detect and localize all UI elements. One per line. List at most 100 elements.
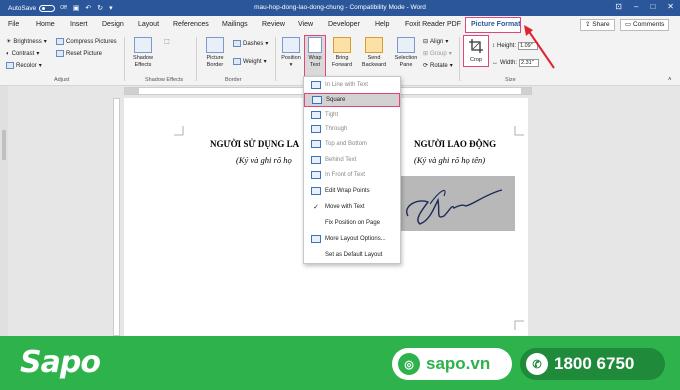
position-icon <box>282 37 300 53</box>
tab-picture-format[interactable]: Picture Format <box>471 21 520 28</box>
square-wrap-icon <box>312 96 322 104</box>
menu-item-label: Top and Bottom <box>325 141 368 147</box>
width-icon: ↔ <box>492 60 498 66</box>
menu-item-label: Behind Text <box>325 157 357 163</box>
group-divider <box>124 37 125 81</box>
corner-mark <box>514 126 524 136</box>
wrap-text-label-2: Text <box>309 61 321 68</box>
share-label: Share <box>592 21 610 28</box>
word-window: AutoSave Off ▣ ↶ ↻ ▾ mau-hop-dong-lao-do… <box>0 0 680 390</box>
menu-item-more-layout[interactable]: More Layout Options... <box>304 232 400 246</box>
group-button[interactable]: ⊞ Group ▾ <box>423 50 452 58</box>
nudge-shadow-icon: ⬚ <box>164 39 170 45</box>
shadow-effects-button[interactable]: Shadow Effects <box>128 37 158 68</box>
picture-border-button[interactable]: Picture Border <box>200 37 230 68</box>
tab-insert[interactable]: Insert <box>70 21 88 28</box>
border-group-label: Border <box>225 77 242 83</box>
tab-references[interactable]: References <box>173 21 209 28</box>
bring-forward-button[interactable]: Bring Forward <box>329 37 355 68</box>
tab-mailings[interactable]: Mailings <box>222 21 248 28</box>
menu-item-label: Tight <box>325 112 339 118</box>
collapse-ribbon-icon[interactable]: ˄ <box>668 77 672 83</box>
through-wrap-icon <box>311 125 321 133</box>
group-icon: ⊞ <box>423 51 429 57</box>
menu-item-top-bottom[interactable]: Top and Bottom <box>304 137 400 151</box>
chevron-down-icon: ▾ <box>445 39 449 45</box>
position-button[interactable]: Position ▾ <box>279 37 303 68</box>
menu-item-label: Fix Position on Page <box>325 220 381 226</box>
align-button[interactable]: ⊟ Align ▾ <box>423 38 449 46</box>
phone-icon: ✆ <box>526 353 548 375</box>
menu-item-label: Through <box>325 126 348 132</box>
tab-help[interactable]: Help <box>375 21 389 28</box>
compress-icon <box>56 38 64 45</box>
shadow-nudge-buttons[interactable]: ⬚ <box>164 38 170 45</box>
tab-design[interactable]: Design <box>102 21 124 28</box>
selection-pane-label-1: Selection <box>394 55 418 61</box>
brightness-button[interactable]: ☀ Brightness ▾ <box>6 38 47 46</box>
adjust-group-label: Adjust <box>54 77 70 83</box>
menu-item-label: Edit Wrap Points <box>325 188 370 194</box>
menu-item-square[interactable]: Square <box>304 93 400 107</box>
weight-button[interactable]: Weight ▾ <box>233 58 267 65</box>
send-backward-button[interactable]: Send Backward <box>359 37 389 68</box>
crop-button[interactable]: Crop <box>464 38 488 64</box>
menu-item-in-front[interactable]: In Front of Text <box>304 168 400 182</box>
recolor-icon <box>6 62 14 69</box>
chevron-down-icon: ▾ <box>36 51 40 57</box>
title-bar: AutoSave Off ▣ ↶ ↻ ▾ mau-hop-dong-lao-do… <box>0 0 680 16</box>
menu-item-inline[interactable]: In Line with Text <box>304 78 400 92</box>
tab-home[interactable]: Home <box>36 21 55 28</box>
scroll-thumb[interactable] <box>2 130 6 160</box>
shadow-group-label: Shadow Effects <box>145 77 184 83</box>
tab-developer[interactable]: Developer <box>328 21 360 28</box>
tab-foxit[interactable]: Foxit Reader PDF <box>405 21 461 28</box>
maximize-icon[interactable]: □ <box>650 2 655 11</box>
website-text: sapo.vn <box>426 354 491 373</box>
wrap-text-button[interactable]: Wrap Text <box>305 37 325 68</box>
right-signer-title: NGƯỜI LAO ĐỘNG <box>414 139 497 149</box>
dashes-button[interactable]: Dashes ▾ <box>233 40 268 47</box>
contrast-button[interactable]: ◐ Contrast ▾ <box>6 50 40 58</box>
height-label: Height: <box>497 43 517 49</box>
selection-pane-button[interactable]: Selection Pane <box>392 37 420 68</box>
share-button[interactable]: ⇪ Share <box>580 19 615 31</box>
tab-file[interactable]: File <box>8 21 19 28</box>
tab-view[interactable]: View <box>298 21 313 28</box>
brightness-icon: ☀ <box>6 39 12 45</box>
menu-item-set-default[interactable]: Set as Default Layout <box>304 248 400 262</box>
corner-mark <box>514 320 524 330</box>
edit-wrap-points-icon <box>311 187 321 195</box>
menu-item-label: Square <box>326 97 346 103</box>
menu-item-through[interactable]: Through <box>304 122 400 136</box>
ribbon-display-icon[interactable]: ⊡ <box>615 2 622 11</box>
vertical-ruler <box>113 98 120 336</box>
minimize-icon[interactable]: – <box>634 2 638 11</box>
menu-item-fix-position[interactable]: Fix Position on Page <box>304 216 400 230</box>
ruler-margin-left <box>125 88 139 94</box>
layout-options-icon <box>311 235 321 243</box>
phone-pill[interactable]: ✆ 1800 6750 <box>520 348 665 380</box>
sapo-banner: Sapo ◎ sapo.vn ✆ 1800 6750 <box>0 336 680 390</box>
menu-item-tight[interactable]: Tight <box>304 108 400 122</box>
comments-button[interactable]: ▭ Comments <box>620 19 670 31</box>
tab-review[interactable]: Review <box>262 21 285 28</box>
shadow-effects-label-2: Effects <box>134 61 152 68</box>
menu-item-behind-text[interactable]: Behind Text <box>304 153 400 167</box>
compress-pictures-button[interactable]: Compress Pictures <box>56 38 117 45</box>
globe-icon: ◎ <box>398 353 420 375</box>
brightness-label: Brightness <box>13 38 42 45</box>
contrast-icon: ◐ <box>6 50 10 57</box>
recolor-button[interactable]: Recolor ▾ <box>6 62 42 69</box>
rotate-button[interactable]: ⟳ Rotate ▾ <box>423 62 453 70</box>
reset-picture-button[interactable]: Reset Picture <box>56 50 102 57</box>
tab-layout[interactable]: Layout <box>138 21 159 28</box>
menu-item-move-with-text[interactable]: ✓ Move with Text <box>304 200 400 214</box>
website-pill[interactable]: ◎ sapo.vn <box>392 348 512 380</box>
menu-item-edit-wrap-points[interactable]: Edit Wrap Points <box>304 184 400 198</box>
signature-image[interactable] <box>400 176 515 231</box>
close-icon[interactable]: ✕ <box>667 2 674 11</box>
group-label: Group <box>430 50 447 57</box>
menu-item-label: More Layout Options... <box>325 236 386 242</box>
chevron-down-icon: ▾ <box>263 59 267 65</box>
